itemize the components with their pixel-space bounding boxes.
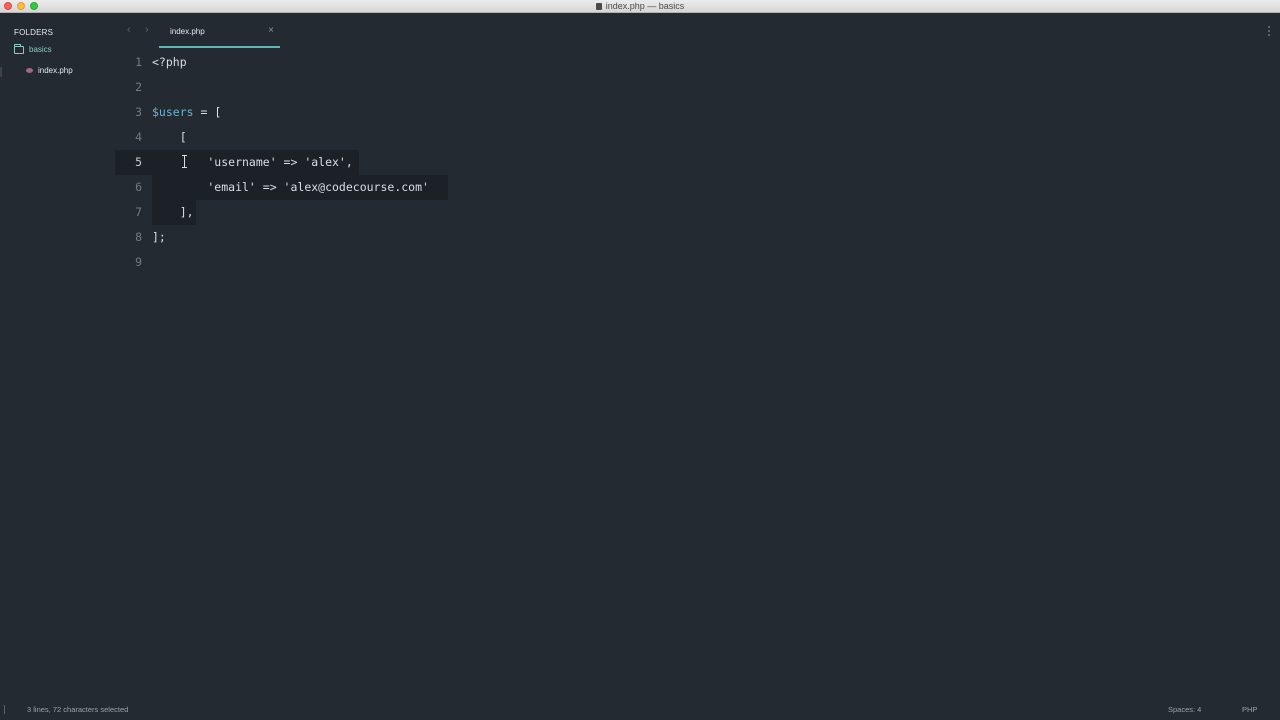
sidebar-folder-basics[interactable]: basics <box>14 43 52 54</box>
code-line: 9 <box>115 250 1280 275</box>
line-number: 2 <box>135 80 142 94</box>
code-line: 7 ], <box>115 200 1280 225</box>
code-line: 8 ]; <box>115 225 1280 250</box>
close-icon[interactable]: × <box>268 25 274 36</box>
text-cursor-icon <box>182 155 187 168</box>
code-text: <?php <box>152 55 187 69</box>
folder-label: basics <box>29 45 52 54</box>
window-title-wrap: index.php — basics <box>0 0 1280 13</box>
document-icon <box>595 3 602 10</box>
code-line: 2 <box>115 75 1280 100</box>
code-line: 1 <?php <box>115 50 1280 75</box>
variable-token: $users <box>152 105 194 119</box>
line-number: 5 <box>135 155 142 169</box>
php-file-icon <box>26 68 33 73</box>
indentation-status[interactable]: Spaces: 4 <box>1168 705 1201 714</box>
code-line: 6 'email' => 'alex@codecourse.com' <box>115 175 1280 200</box>
code-text: ], <box>152 205 194 219</box>
code-text: ]; <box>152 230 166 244</box>
line-number: 7 <box>135 205 142 219</box>
chevron-left-icon[interactable]: ‹ <box>127 24 131 36</box>
code-line: 3 $users = [ <box>115 100 1280 125</box>
file-label: index.php <box>38 66 73 75</box>
selection-status: 3 lines, 72 characters selected <box>27 705 129 714</box>
window-title: index.php — basics <box>605 1 685 11</box>
folders-header: FOLDERS <box>14 28 54 37</box>
code-text: $users = [ <box>152 100 221 125</box>
code-editor[interactable]: 1 <?php 2 3 $users = [ 4 [ 5 'username' … <box>115 50 1280 700</box>
tab-bar: ‹ › index.php × <box>115 14 1280 50</box>
sidebar-toggle-icon[interactable] <box>4 705 5 714</box>
tab-label: index.php <box>170 27 205 36</box>
code-line: 4 [ <box>115 125 1280 150</box>
code-line-current: 5 'username' => 'alex', <box>115 150 1280 175</box>
title-bar: index.php — basics <box>0 0 1280 13</box>
sidebar-active-marker <box>0 67 2 77</box>
folder-icon <box>14 43 24 54</box>
line-number: 9 <box>135 255 142 269</box>
code-rest: = [ <box>193 105 222 119</box>
code-text: 'email' => 'alex@codecourse.com' <box>152 180 429 194</box>
sidebar-file-index-php[interactable]: index.php <box>26 66 73 75</box>
code-text: 'username' => 'alex', <box>152 155 353 169</box>
status-bar: 3 lines, 72 characters selected Spaces: … <box>0 700 1280 720</box>
line-number: 3 <box>135 105 142 119</box>
editor-window: index.php — basics FOLDERS basics index.… <box>0 0 1280 720</box>
line-number: 6 <box>135 180 142 194</box>
line-number: 8 <box>135 230 142 244</box>
line-number: 4 <box>135 130 142 144</box>
chevron-right-icon[interactable]: › <box>145 24 149 36</box>
tab-index-php[interactable]: index.php × <box>159 14 280 48</box>
more-options-icon[interactable] <box>1268 26 1270 36</box>
syntax-status[interactable]: PHP <box>1242 705 1257 714</box>
sidebar: FOLDERS basics index.php <box>0 14 115 700</box>
line-number: 1 <box>135 55 142 69</box>
code-text: [ <box>152 130 187 144</box>
